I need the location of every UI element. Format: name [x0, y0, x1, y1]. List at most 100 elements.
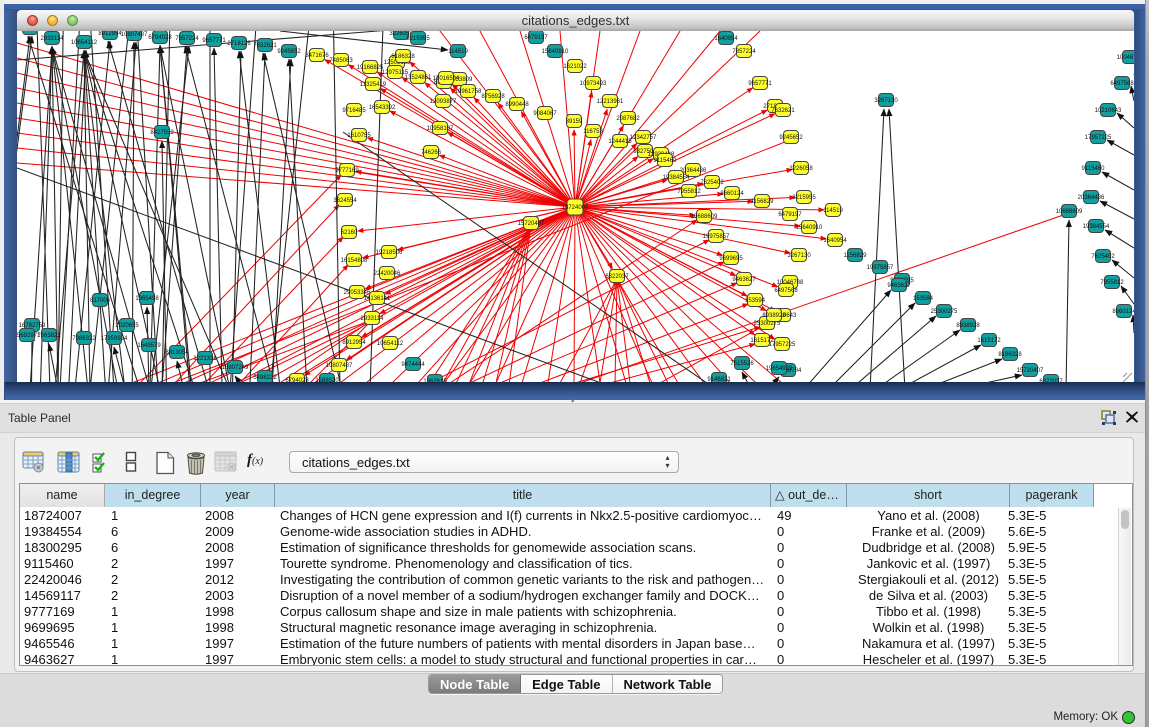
svg-text:10807487: 10807487: [121, 32, 148, 38]
svg-text:9657771: 9657771: [748, 81, 772, 87]
svg-text:19654923: 19654923: [766, 366, 793, 372]
svg-text:3624554: 3624554: [333, 198, 357, 204]
svg-text:114519: 114519: [448, 49, 468, 55]
svg-text:1549579: 1549579: [137, 343, 161, 349]
svg-text:8471676: 8471676: [305, 53, 329, 59]
svg-text:19975857: 19975857: [703, 234, 730, 240]
svg-text:1221336: 1221336: [193, 356, 217, 362]
svg-text:12213961: 12213961: [597, 99, 624, 105]
svg-text:10210643: 10210643: [1095, 108, 1122, 114]
svg-text:116753: 116753: [583, 129, 603, 135]
svg-text:153594: 153594: [913, 296, 934, 302]
svg-text:8186328: 8186328: [391, 54, 415, 60]
svg-text:153594: 153594: [745, 298, 766, 304]
svg-text:2087682: 2087682: [616, 116, 640, 122]
svg-text:20364436: 20364436: [1078, 195, 1105, 201]
svg-text:1621022: 1621022: [563, 64, 587, 70]
svg-text:10688609: 10688609: [1056, 209, 1083, 215]
svg-text:6479197: 6479197: [778, 212, 802, 218]
svg-text:10046788: 10046788: [1117, 55, 1134, 61]
svg-text:6322037: 6322037: [605, 274, 629, 280]
svg-text:7955812: 7955812: [677, 189, 701, 195]
svg-text:15720407: 15720407: [518, 221, 545, 227]
svg-text:9716485: 9716485: [342, 108, 366, 114]
svg-text:7986322: 7986322: [72, 336, 96, 342]
svg-text:9245652: 9245652: [779, 135, 803, 141]
svg-text:17359924: 17359924: [101, 336, 128, 342]
svg-text:16543392: 16543392: [369, 105, 396, 111]
svg-text:1615172: 1615172: [977, 338, 1001, 344]
svg-text:8938928: 8938928: [956, 323, 980, 329]
svg-text:7485063: 7485063: [329, 58, 353, 64]
svg-text:7515526: 7515526: [730, 361, 754, 367]
svg-text:18724007: 18724007: [562, 205, 589, 211]
svg-text:10958107: 10958107: [427, 126, 454, 132]
svg-text:6794028: 6794028: [148, 35, 172, 41]
svg-text:8990448: 8990448: [505, 102, 529, 108]
svg-text:8912954: 8912954: [342, 340, 366, 346]
svg-text:9245652: 9245652: [277, 49, 301, 55]
svg-text:7857224: 7857224: [732, 49, 756, 55]
svg-text:7857224: 7857224: [175, 36, 199, 42]
svg-text:8938928: 8938928: [762, 313, 786, 319]
svg-text:17957225: 17957225: [1085, 135, 1112, 141]
svg-text:12093877: 12093877: [430, 99, 457, 105]
svg-text:6497568: 6497568: [774, 288, 798, 294]
svg-text:9463627: 9463627: [732, 277, 756, 283]
svg-text:9657771: 9657771: [202, 38, 226, 44]
svg-text:6479197: 6479197: [524, 35, 548, 41]
svg-text:18807249: 18807249: [222, 365, 249, 371]
svg-text:1640954: 1640954: [714, 36, 738, 42]
svg-text:19384554: 19384554: [663, 175, 690, 181]
svg-text:2718126: 2718126: [227, 41, 251, 47]
svg-text:19975857: 19975857: [867, 265, 894, 271]
svg-text:8215955: 8215955: [792, 195, 816, 201]
svg-text:1640954: 1640954: [823, 238, 847, 244]
svg-text:1156829: 1156829: [751, 199, 775, 205]
svg-text:15640910: 15640910: [796, 225, 823, 231]
svg-text:6497568: 6497568: [1110, 81, 1134, 87]
svg-text:17016504: 17016504: [433, 76, 460, 82]
svg-text:8660124: 8660124: [1112, 309, 1134, 315]
svg-text:15720407: 15720407: [1017, 368, 1044, 374]
svg-text:14136141: 14136141: [17, 31, 44, 32]
svg-text:12342757: 12342757: [630, 135, 657, 141]
svg-text:62160: 62160: [341, 230, 358, 236]
svg-text:1156829: 1156829: [844, 253, 868, 259]
svg-text:817006: 817006: [90, 298, 111, 304]
svg-text:10688609: 10688609: [691, 214, 718, 220]
svg-text:11325419: 11325419: [360, 82, 387, 88]
svg-text:39159: 39159: [566, 119, 583, 125]
svg-text:9115460: 9115460: [654, 158, 678, 164]
svg-text:9115460: 9115460: [1082, 166, 1106, 172]
svg-text:9777169: 9777169: [335, 168, 359, 174]
svg-text:22420046: 22420046: [374, 271, 401, 277]
svg-text:8660124: 8660124: [720, 191, 744, 197]
svg-text:19384554: 19384554: [1083, 224, 1110, 230]
svg-text:9084067: 9084067: [533, 111, 557, 117]
svg-text:8912954: 8912954: [98, 31, 122, 37]
svg-text:1615172: 1615172: [750, 338, 774, 344]
svg-text:7625402: 7625402: [1091, 254, 1115, 260]
svg-text:9463627: 9463627: [887, 283, 911, 289]
svg-text:19166825: 19166825: [357, 65, 384, 71]
svg-text:10654112: 10654112: [377, 341, 404, 347]
svg-text:14136141: 14136141: [364, 296, 391, 302]
svg-text:3267130: 3267130: [874, 98, 898, 104]
svg-text:1965498: 1965498: [135, 296, 159, 302]
svg-text:7632621: 7632621: [771, 108, 795, 114]
svg-text:3267130: 3267130: [787, 253, 811, 259]
svg-text:13524851: 13524851: [405, 75, 432, 81]
svg-text:8756928: 8756928: [481, 94, 505, 100]
svg-text:9474444: 9474444: [401, 362, 425, 368]
svg-text:2020655: 2020655: [115, 323, 139, 329]
svg-text:8186328: 8186328: [998, 352, 1022, 358]
svg-text:7632621: 7632621: [253, 43, 277, 49]
svg-text:10961758: 10961758: [455, 89, 482, 95]
svg-text:2933114: 2933114: [41, 36, 65, 42]
svg-text:5498222: 5498222: [253, 375, 277, 381]
svg-text:8215955: 8215955: [406, 36, 430, 42]
svg-text:9699695: 9699695: [719, 256, 743, 262]
svg-text:8427552: 8427552: [150, 130, 174, 136]
svg-text:19218506: 19218506: [376, 250, 403, 256]
